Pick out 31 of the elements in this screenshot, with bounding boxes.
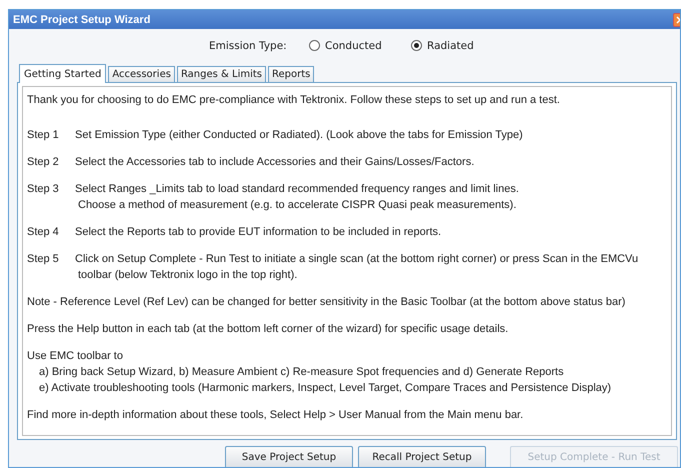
instruction-text: Use EMC toolbar to bbox=[27, 350, 123, 362]
tab[interactable]: Ranges & Limits bbox=[176, 66, 266, 82]
tab[interactable]: Getting Started bbox=[19, 64, 106, 83]
step-text: Choose a method of measurement (e.g. to accelerate CISPR Quasi peak measurements). bbox=[78, 199, 516, 211]
radio-icon[interactable] bbox=[309, 40, 320, 51]
instruction-text: Thank you for choosing to do EMC pre-compliance with Tektronix. Follow these steps to set up and run a test. bbox=[27, 94, 560, 106]
emission-type-label: Emission Type: bbox=[209, 40, 288, 52]
step-label: Step 3 bbox=[27, 182, 60, 197]
step-label: Step 2 bbox=[27, 155, 60, 170]
list-item-text: a) Bring back Setup Wizard, b) Measure Ambient c) Re-measure Spot frequencies and d) Generate Reports bbox=[39, 366, 564, 378]
step-text: Select the Accessories tab to include Accessories and their Gains/Losses/Factors. bbox=[75, 156, 474, 168]
step-label: Step 4 bbox=[27, 225, 60, 240]
step-label: Step 1 bbox=[27, 128, 60, 143]
instruction-text: Find more in-depth information about these tools, Select Help > User Manual from the Main menu bar. bbox=[27, 409, 524, 421]
wizard-button[interactable]: Recall Project Setup bbox=[358, 446, 486, 467]
radio-option[interactable]: Conducted bbox=[309, 40, 411, 52]
instruction-text: Press the Help button in each tab (at the bottom left corner of the wizard) for specific usage details. bbox=[27, 323, 508, 335]
step-text: Set Emission Type (either Conducted or Radiated). (Look above the tabs for Emission Type) bbox=[75, 129, 523, 141]
tab[interactable]: Accessories bbox=[108, 66, 175, 82]
instruction-text: Note - Reference Level (Ref Lev) can be changed for better sensitivity in the Basic Toolbar (at the bottom above status bar) bbox=[27, 296, 626, 308]
list-item-text: e) Activate troubleshooting tools (Harmonic markers, Inspect, Level Target, Compare Traces and Persistence Display) bbox=[39, 382, 612, 394]
step-text: Click on Setup Complete - Run Test to initiate a single scan (at the bottom right corner) or press Scan in the EMCVu bbox=[75, 253, 638, 265]
window-title: EMC Project Setup Wizard bbox=[13, 14, 150, 26]
tab[interactable]: Reports bbox=[268, 66, 314, 82]
radio-icon[interactable] bbox=[411, 40, 422, 51]
step-text: toolbar (below Tektronix logo in the top right). bbox=[78, 269, 298, 281]
step-text: Select the Reports tab to provide EUT information to be included in reports. bbox=[75, 226, 442, 238]
step-text: Select Ranges _Limits tab to load standard recommended frequency ranges and limit lines. bbox=[75, 183, 519, 195]
wizard-button[interactable]: Save Project Setup bbox=[225, 446, 353, 467]
radio-option[interactable]: Radiated bbox=[411, 40, 513, 52]
step-label: Step 5 bbox=[27, 252, 60, 267]
